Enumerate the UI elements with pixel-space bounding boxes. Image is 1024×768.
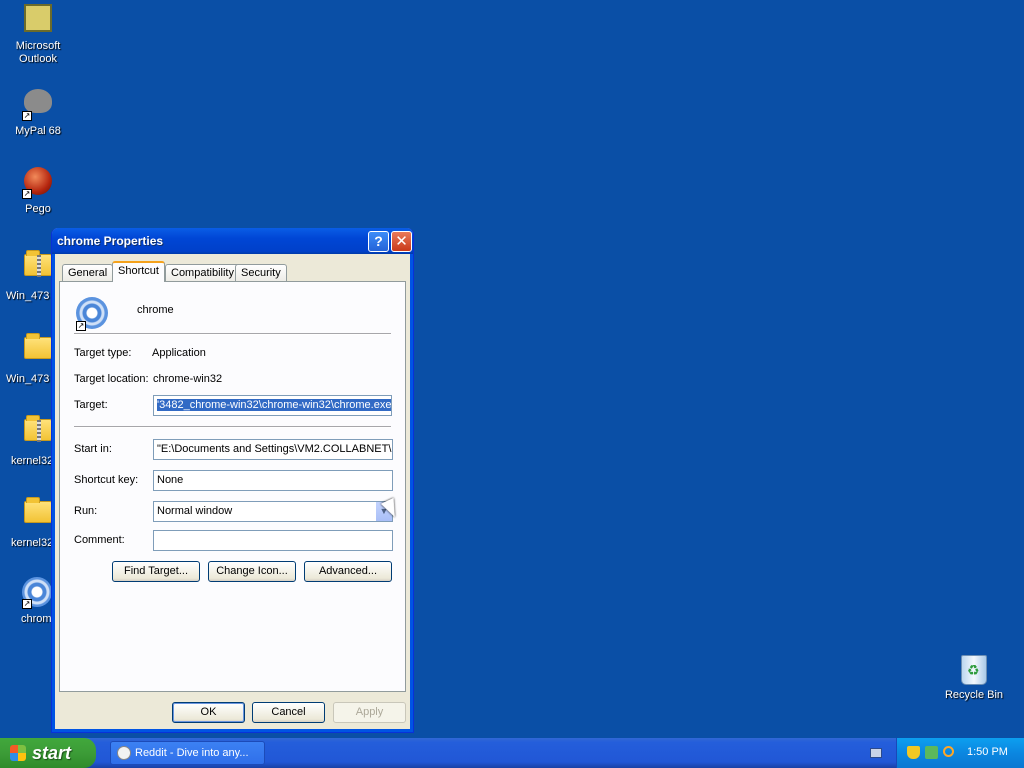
- desktop-icon-mypal[interactable]: ↗ MyPal 68: [0, 85, 76, 138]
- zip-folder-icon: [22, 415, 54, 451]
- title-bar[interactable]: chrome Properties ? ✕: [52, 228, 413, 254]
- advanced-button[interactable]: Advanced...: [304, 561, 392, 582]
- clock[interactable]: 1:50 PM: [967, 746, 1008, 758]
- desktop-icon-recycle-bin[interactable]: Recycle Bin: [940, 655, 1008, 701]
- outlook-icon: [22, 4, 54, 36]
- desktop-icon-label: Microsoft Outlook: [15, 40, 61, 65]
- target-label: Target:: [74, 399, 108, 411]
- tab-security[interactable]: Security: [235, 264, 287, 282]
- shortcut-arrow-icon: ↗: [22, 599, 32, 609]
- target-location-value: chrome-win32: [153, 373, 223, 385]
- properties-window: chrome Properties ? ✕ General Shortcut C…: [51, 228, 414, 733]
- start-label: start: [32, 743, 72, 763]
- windows-logo-icon: [10, 745, 26, 761]
- folder-icon: [22, 497, 54, 533]
- run-label: Run:: [74, 505, 98, 517]
- apply-button[interactable]: Apply: [333, 702, 406, 723]
- shortcut-arrow-icon: ↗: [22, 111, 32, 121]
- browser-icon: [117, 746, 131, 760]
- network-icon[interactable]: [925, 746, 938, 759]
- folder-icon: [22, 333, 54, 369]
- start-in-label: Start in:: [74, 443, 112, 455]
- comment-label: Comment:: [74, 534, 125, 546]
- taskbar-item-label: Reddit - Dive into any...: [135, 747, 249, 759]
- zip-folder-icon: [22, 250, 54, 286]
- help-button[interactable]: ?: [368, 231, 389, 252]
- taskbar-item-reddit[interactable]: Reddit - Dive into any...: [110, 741, 265, 765]
- find-target-button[interactable]: Find Target...: [112, 561, 200, 582]
- shortcut-arrow-icon: ↗: [76, 321, 86, 331]
- question-mark-icon: ?: [374, 233, 383, 249]
- shortcut-key-input[interactable]: None: [153, 470, 393, 491]
- desktop-icon-label: Pego: [25, 203, 51, 215]
- desktop-icon-outlook[interactable]: Microsoft Outlook: [0, 4, 76, 66]
- tab-compatibility[interactable]: Compatibility: [165, 264, 240, 282]
- system-tray: 1:50 PM: [896, 738, 1024, 768]
- start-button[interactable]: start: [0, 738, 96, 768]
- desktop-icon-pego[interactable]: ↗ Pego: [0, 167, 76, 216]
- target-type-value: Application: [152, 347, 206, 359]
- shortcut-name: chrome: [137, 304, 174, 316]
- chrome-icon: ↗: [76, 297, 108, 331]
- taskbar: start Reddit - Dive into any... 1:50 PM: [0, 738, 1024, 768]
- target-type-label: Target type:: [74, 347, 132, 359]
- keyboard-icon[interactable]: [870, 748, 882, 758]
- shortcut-key-input-text: None: [157, 474, 184, 486]
- pego-icon: ↗: [22, 167, 54, 199]
- desktop-icon-label: Recycle Bin: [944, 689, 1004, 701]
- tab-general[interactable]: General: [62, 264, 114, 282]
- shortcut-key-label: Shortcut key:: [74, 474, 139, 486]
- comment-input[interactable]: [153, 530, 393, 551]
- change-icon-button[interactable]: Change Icon...: [208, 561, 296, 582]
- start-in-input-text: "E:\Documents and Settings\VM2.COLLABNET…: [157, 443, 392, 455]
- separator: [74, 333, 391, 335]
- target-location-label: Target location:: [74, 373, 149, 385]
- shortcut-tab-panel: ↗ chrome Target type: Application Target…: [59, 281, 406, 692]
- target-input-text: '3482_chrome-win32\chrome-win32\chrome.e…: [157, 399, 391, 411]
- recycle-bin-icon: [961, 655, 987, 685]
- run-select[interactable]: Normal window ▼: [153, 501, 393, 522]
- raccoon-icon: ↗: [22, 89, 54, 121]
- search-icon[interactable]: [943, 746, 954, 757]
- close-button[interactable]: ✕: [391, 231, 412, 252]
- target-input[interactable]: '3482_chrome-win32\chrome-win32\chrome.e…: [153, 395, 392, 416]
- desktop-icon-label: MyPal 68: [15, 125, 61, 137]
- run-select-value: Normal window: [157, 505, 233, 517]
- security-shield-icon[interactable]: [907, 746, 920, 759]
- close-icon: ✕: [395, 233, 408, 250]
- ok-button[interactable]: OK: [172, 702, 245, 723]
- separator: [74, 426, 391, 428]
- window-title: chrome Properties: [57, 234, 164, 248]
- window-client: General Shortcut Compatibility Security …: [56, 254, 410, 729]
- chrome-icon: ↗: [22, 577, 54, 609]
- shortcut-arrow-icon: ↗: [22, 189, 32, 199]
- cancel-button[interactable]: Cancel: [252, 702, 325, 723]
- tab-shortcut[interactable]: Shortcut: [112, 261, 165, 282]
- start-in-input[interactable]: "E:\Documents and Settings\VM2.COLLABNET…: [153, 439, 393, 460]
